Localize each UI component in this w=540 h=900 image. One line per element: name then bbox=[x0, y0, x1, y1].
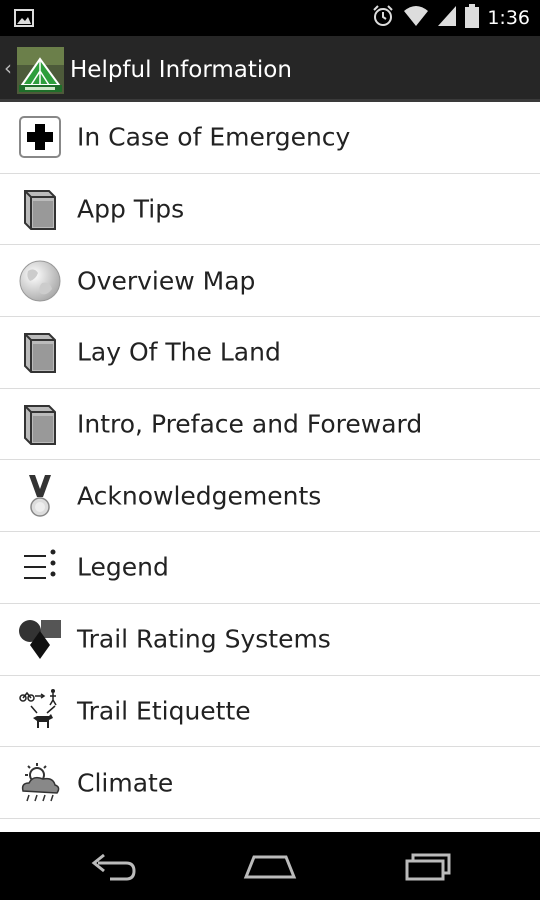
list-item-app-tips[interactable]: App Tips bbox=[0, 174, 540, 246]
shapes-icon bbox=[17, 616, 63, 662]
navigation-bar bbox=[0, 832, 540, 900]
app-logo-icon[interactable] bbox=[17, 47, 64, 94]
book-icon bbox=[17, 329, 63, 375]
battery-icon bbox=[465, 4, 480, 32]
first-aid-cross-icon bbox=[17, 114, 63, 160]
trail-users-icon bbox=[17, 688, 63, 734]
list-item-label: Trail Rating Systems bbox=[77, 624, 331, 654]
status-bar: 1:36 bbox=[0, 0, 540, 36]
list-item-lay-of-the-land[interactable]: Lay Of The Land bbox=[0, 317, 540, 389]
home-nav-icon[interactable] bbox=[240, 848, 300, 884]
medal-icon bbox=[17, 473, 63, 519]
list-item-trail-etiquette[interactable]: Trail Etiquette bbox=[0, 676, 540, 748]
globe-icon bbox=[17, 258, 63, 304]
chevron-left-icon[interactable]: ‹ bbox=[4, 58, 12, 78]
list-item-label: In Case of Emergency bbox=[77, 122, 351, 152]
book-icon bbox=[17, 401, 63, 447]
legend-list-icon bbox=[17, 544, 63, 590]
action-bar: ‹ Helpful Information bbox=[0, 36, 540, 102]
list-item-label: Intro, Preface and Foreward bbox=[77, 409, 423, 439]
menu-list: In Case of Emergency App Tips Overview M… bbox=[0, 102, 540, 832]
list-item-label: Lay Of The Land bbox=[77, 337, 281, 367]
list-item-label: App Tips bbox=[77, 194, 185, 224]
list-item-trail-rating-systems[interactable]: Trail Rating Systems bbox=[0, 604, 540, 676]
list-item-label: Climate bbox=[77, 768, 174, 798]
signal-icon bbox=[437, 5, 457, 31]
list-item-legend[interactable]: Legend bbox=[0, 532, 540, 604]
book-icon bbox=[17, 186, 63, 232]
list-item-intro-preface-foreward[interactable]: Intro, Preface and Foreward bbox=[0, 389, 540, 461]
list-item-overview-map[interactable]: Overview Map bbox=[0, 245, 540, 318]
list-item-label: Trail Etiquette bbox=[77, 696, 251, 726]
list-item-in-case-of-emergency[interactable]: In Case of Emergency bbox=[0, 102, 540, 174]
list-item-label: Acknowledgements bbox=[77, 481, 322, 511]
back-nav-icon[interactable] bbox=[83, 848, 143, 884]
page-title: Helpful Information bbox=[70, 57, 292, 83]
weather-cloud-icon bbox=[17, 760, 63, 806]
list-item-label: Legend bbox=[77, 552, 169, 582]
list-item-climate[interactable]: Climate bbox=[0, 747, 540, 819]
image-notification-icon bbox=[14, 8, 34, 32]
alarm-icon bbox=[371, 4, 395, 32]
list-item-label: Overview Map bbox=[77, 266, 256, 296]
recents-nav-icon[interactable] bbox=[398, 848, 458, 884]
clock-time: 1:36 bbox=[487, 7, 530, 29]
wifi-icon bbox=[403, 5, 429, 31]
list-item-acknowledgements[interactable]: Acknowledgements bbox=[0, 460, 540, 533]
